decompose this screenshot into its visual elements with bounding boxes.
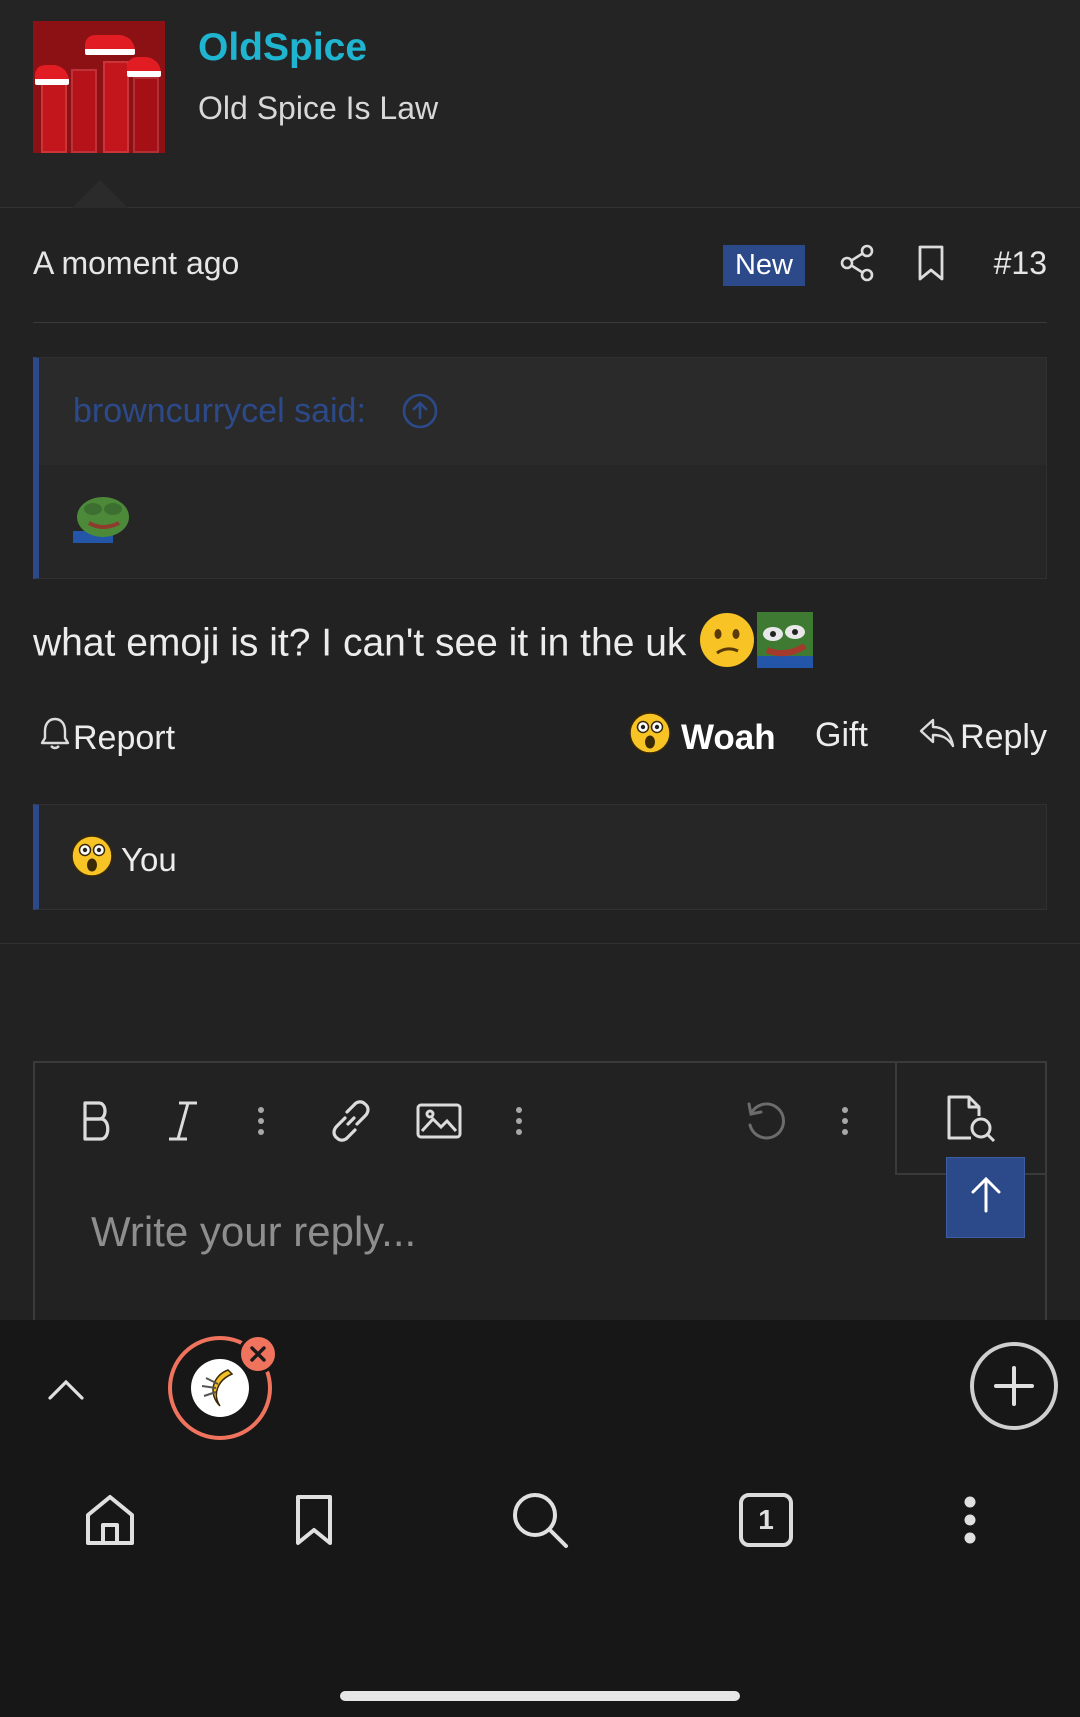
italic-icon[interactable] [153, 1091, 213, 1151]
user-header: OldSpice Old Spice Is Law [0, 0, 1080, 208]
more-vertical-icon[interactable] [489, 1091, 549, 1151]
divider [33, 322, 1047, 323]
bookmark-icon[interactable] [911, 243, 951, 283]
post-time[interactable]: A moment ago [33, 245, 239, 282]
reactions-bar[interactable]: You [33, 804, 1047, 910]
user-title: Old Spice Is Law [198, 90, 439, 126]
santa-hat [85, 35, 135, 55]
reactions-user-label: You [121, 841, 177, 878]
link-icon[interactable] [321, 1091, 381, 1151]
tabs-icon[interactable]: 1 [736, 1490, 796, 1550]
new-badge: New [723, 245, 805, 286]
search-icon[interactable] [510, 1490, 570, 1550]
avatar-bottle [133, 77, 159, 153]
section-divider [0, 943, 1080, 944]
tab-count: 1 [739, 1493, 793, 1547]
image-icon[interactable] [409, 1091, 469, 1151]
arrow-up-icon [966, 1175, 1006, 1220]
preview-icon [941, 1089, 1001, 1149]
post-message: what emoji is it? I can't see it in the … [33, 612, 814, 678]
plus-icon[interactable] [970, 1342, 1058, 1430]
reaction-button[interactable]: Woah [629, 712, 776, 763]
pepe-emoji-image [757, 612, 814, 678]
page: OldSpice Old Spice Is Law A moment ago N… [0, 0, 1080, 1717]
scroll-to-top-button[interactable] [946, 1157, 1025, 1238]
home-indicator[interactable] [340, 1691, 740, 1701]
astonished-face-icon [71, 835, 113, 885]
undo-icon[interactable] [735, 1091, 795, 1151]
avatar[interactable] [33, 21, 165, 153]
astonished-face-icon [629, 712, 671, 763]
reactions-summary: You [71, 835, 177, 885]
quote-author[interactable]: browncurrycel said: [73, 392, 366, 431]
post-meta: A moment ago New #13 [33, 235, 1047, 289]
chevron-up-icon[interactable] [44, 1368, 88, 1412]
avatar-bottle [103, 61, 129, 153]
quote-header: browncurrycel said: [39, 358, 1046, 465]
reply-editor: Write your reply... [33, 1061, 1047, 1321]
santa-hat [35, 65, 69, 85]
arrow-up-circle-icon[interactable] [401, 392, 439, 430]
post-number[interactable]: #13 [994, 245, 1047, 282]
reply-input[interactable]: Write your reply... [91, 1208, 416, 1256]
more-vertical-icon[interactable] [940, 1490, 1000, 1550]
more-vertical-icon[interactable] [231, 1091, 291, 1151]
pepe-emoji-image [73, 491, 131, 543]
gift-button[interactable]: Gift [815, 716, 868, 755]
banana-icon [191, 1359, 249, 1417]
browser-bottom-bar: 1 [0, 1320, 1080, 1717]
more-vertical-icon[interactable] [815, 1091, 875, 1151]
message-text: what emoji is it? I can't see it in the … [33, 621, 687, 665]
bookmark-icon[interactable] [284, 1490, 344, 1550]
reply-label: Reply [960, 718, 1047, 756]
reply-icon [918, 716, 956, 759]
share-icon[interactable] [837, 243, 877, 283]
username[interactable]: OldSpice [198, 26, 367, 70]
close-icon[interactable] [238, 1334, 278, 1374]
bell-icon [39, 716, 71, 761]
confused-face-icon [699, 612, 755, 678]
avatar-bottle [71, 69, 97, 153]
post-actions: Report Woah Gift Reply [33, 712, 1047, 762]
report-label: Report [73, 719, 176, 757]
reaction-label: Woah [681, 717, 776, 757]
santa-hat [127, 57, 161, 77]
report-button[interactable]: Report [39, 716, 175, 761]
avatar-bottle [41, 81, 67, 153]
home-icon[interactable] [80, 1490, 140, 1550]
header-pointer [72, 180, 128, 208]
reply-button[interactable]: Reply [918, 716, 1047, 759]
bold-icon[interactable] [67, 1091, 127, 1151]
quote-block: browncurrycel said: [33, 357, 1047, 579]
